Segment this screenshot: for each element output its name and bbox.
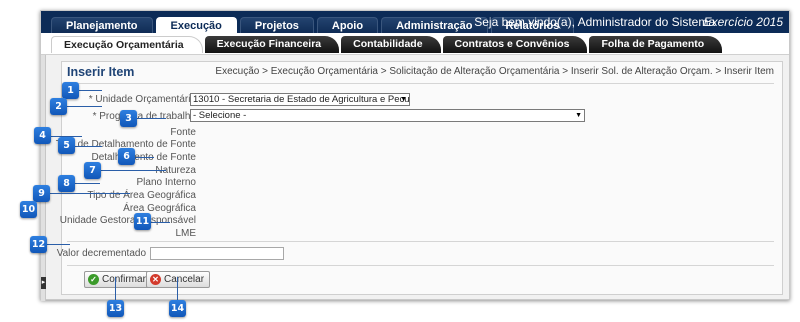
label-programa-trabalho: * Programa de trabalho	[92, 111, 196, 122]
expand-arrow-icon[interactable]: ▸	[41, 277, 46, 289]
callout-badge: 10	[20, 201, 37, 218]
callout-leader	[46, 193, 130, 194]
check-icon: ✓	[88, 274, 99, 285]
required-mark: *	[92, 111, 97, 122]
breadcrumb: Execução > Execução Orçamentária > Solic…	[215, 66, 774, 77]
callout-leader	[46, 244, 70, 245]
callout-badge: 8	[58, 175, 75, 192]
subtab-execucao-orcamentaria[interactable]: Execução Orçamentária	[51, 36, 203, 53]
cancel-icon: ✕	[150, 274, 161, 285]
title-divider	[67, 83, 774, 84]
callout-badge: 12	[30, 236, 47, 253]
subtab-contratos-convenios[interactable]: Contratos e Convênios	[442, 36, 588, 53]
valor-decrementado-input[interactable]	[150, 247, 284, 260]
tab-execucao[interactable]: Execução	[155, 17, 237, 34]
label-plano-interno: Plano Interno	[136, 177, 197, 188]
exercise-year: Exercício 2015	[703, 15, 783, 29]
tab-projetos[interactable]: Projetos	[239, 17, 314, 33]
page-title: Inserir Item	[67, 65, 135, 79]
unidade-orcamentaria-select[interactable]: 13010 - Secretaria de Estado de Agricult…	[190, 93, 410, 106]
callout-badge: 13	[107, 300, 124, 317]
label-unidade-orcamentaria: * Unidade Orçamentária	[88, 94, 196, 105]
tab-apoio[interactable]: Apoio	[316, 17, 379, 33]
callout-leader	[72, 146, 102, 147]
sub-nav-bar: Execução Orçamentária Execução Financeir…	[41, 33, 789, 55]
callout-leader	[115, 277, 116, 301]
label-area-geografica: Área Geográfica	[123, 203, 196, 214]
callout-leader	[98, 170, 166, 171]
callout-leader	[72, 183, 100, 184]
callout-badge: 5	[58, 137, 75, 154]
side-collapse-handle[interactable]: ▸	[41, 55, 46, 301]
form-panel: Inserir Item Execução > Execução Orçamen…	[56, 61, 783, 295]
label-tipo-area-geografica: Tipo de Área Geográfica	[87, 190, 196, 201]
top-nav-bar: Planejamento Execução Projetos Apoio Adm…	[41, 11, 789, 34]
tab-planejamento[interactable]: Planejamento	[51, 17, 153, 33]
subtab-folha-pagamento[interactable]: Folha de Pagamento	[589, 36, 723, 53]
required-mark: *	[88, 94, 93, 105]
callout-badge: 3	[120, 110, 137, 127]
app-window: Planejamento Execução Projetos Apoio Adm…	[40, 10, 790, 301]
callout-badge: 2	[50, 98, 67, 115]
callout-badge: 9	[33, 185, 50, 202]
tab-administracao[interactable]: Administração	[381, 17, 488, 33]
cancel-button[interactable]: ✕ Cancelar	[146, 271, 211, 288]
callout-leader	[66, 106, 102, 107]
confirm-button[interactable]: ✓ Confirmar	[84, 271, 152, 288]
label-unidade-gestora: Unidade Gestora Responsável	[59, 215, 196, 226]
callout-badge: 11	[134, 213, 151, 230]
callout-badge: 1	[62, 82, 79, 99]
welcome-message: Seja bem vindo(a), Administrador do Sist…	[474, 15, 715, 29]
programa-trabalho-select[interactable]: - Selecione - ▼	[190, 109, 585, 122]
callout-badge: 4	[34, 127, 51, 144]
section-divider	[67, 241, 774, 242]
label-fonte: Fonte	[170, 127, 196, 138]
callout-badge: 6	[118, 148, 135, 165]
callout-leader	[78, 90, 102, 91]
dropdown-arrow-icon: ▼	[400, 96, 407, 103]
callout-badge: 7	[84, 162, 101, 179]
callout-leader	[177, 277, 178, 301]
subtab-execucao-financeira[interactable]: Execução Financeira	[204, 36, 340, 53]
callout-leader	[148, 222, 170, 223]
label-lme: LME	[175, 228, 196, 239]
dropdown-arrow-icon: ▼	[575, 112, 582, 119]
callout-badge: 14	[169, 300, 186, 317]
label-valor-decrementado: Valor decrementado	[56, 248, 146, 259]
buttons-divider	[67, 265, 774, 266]
subtab-contabilidade[interactable]: Contabilidade	[341, 36, 441, 53]
